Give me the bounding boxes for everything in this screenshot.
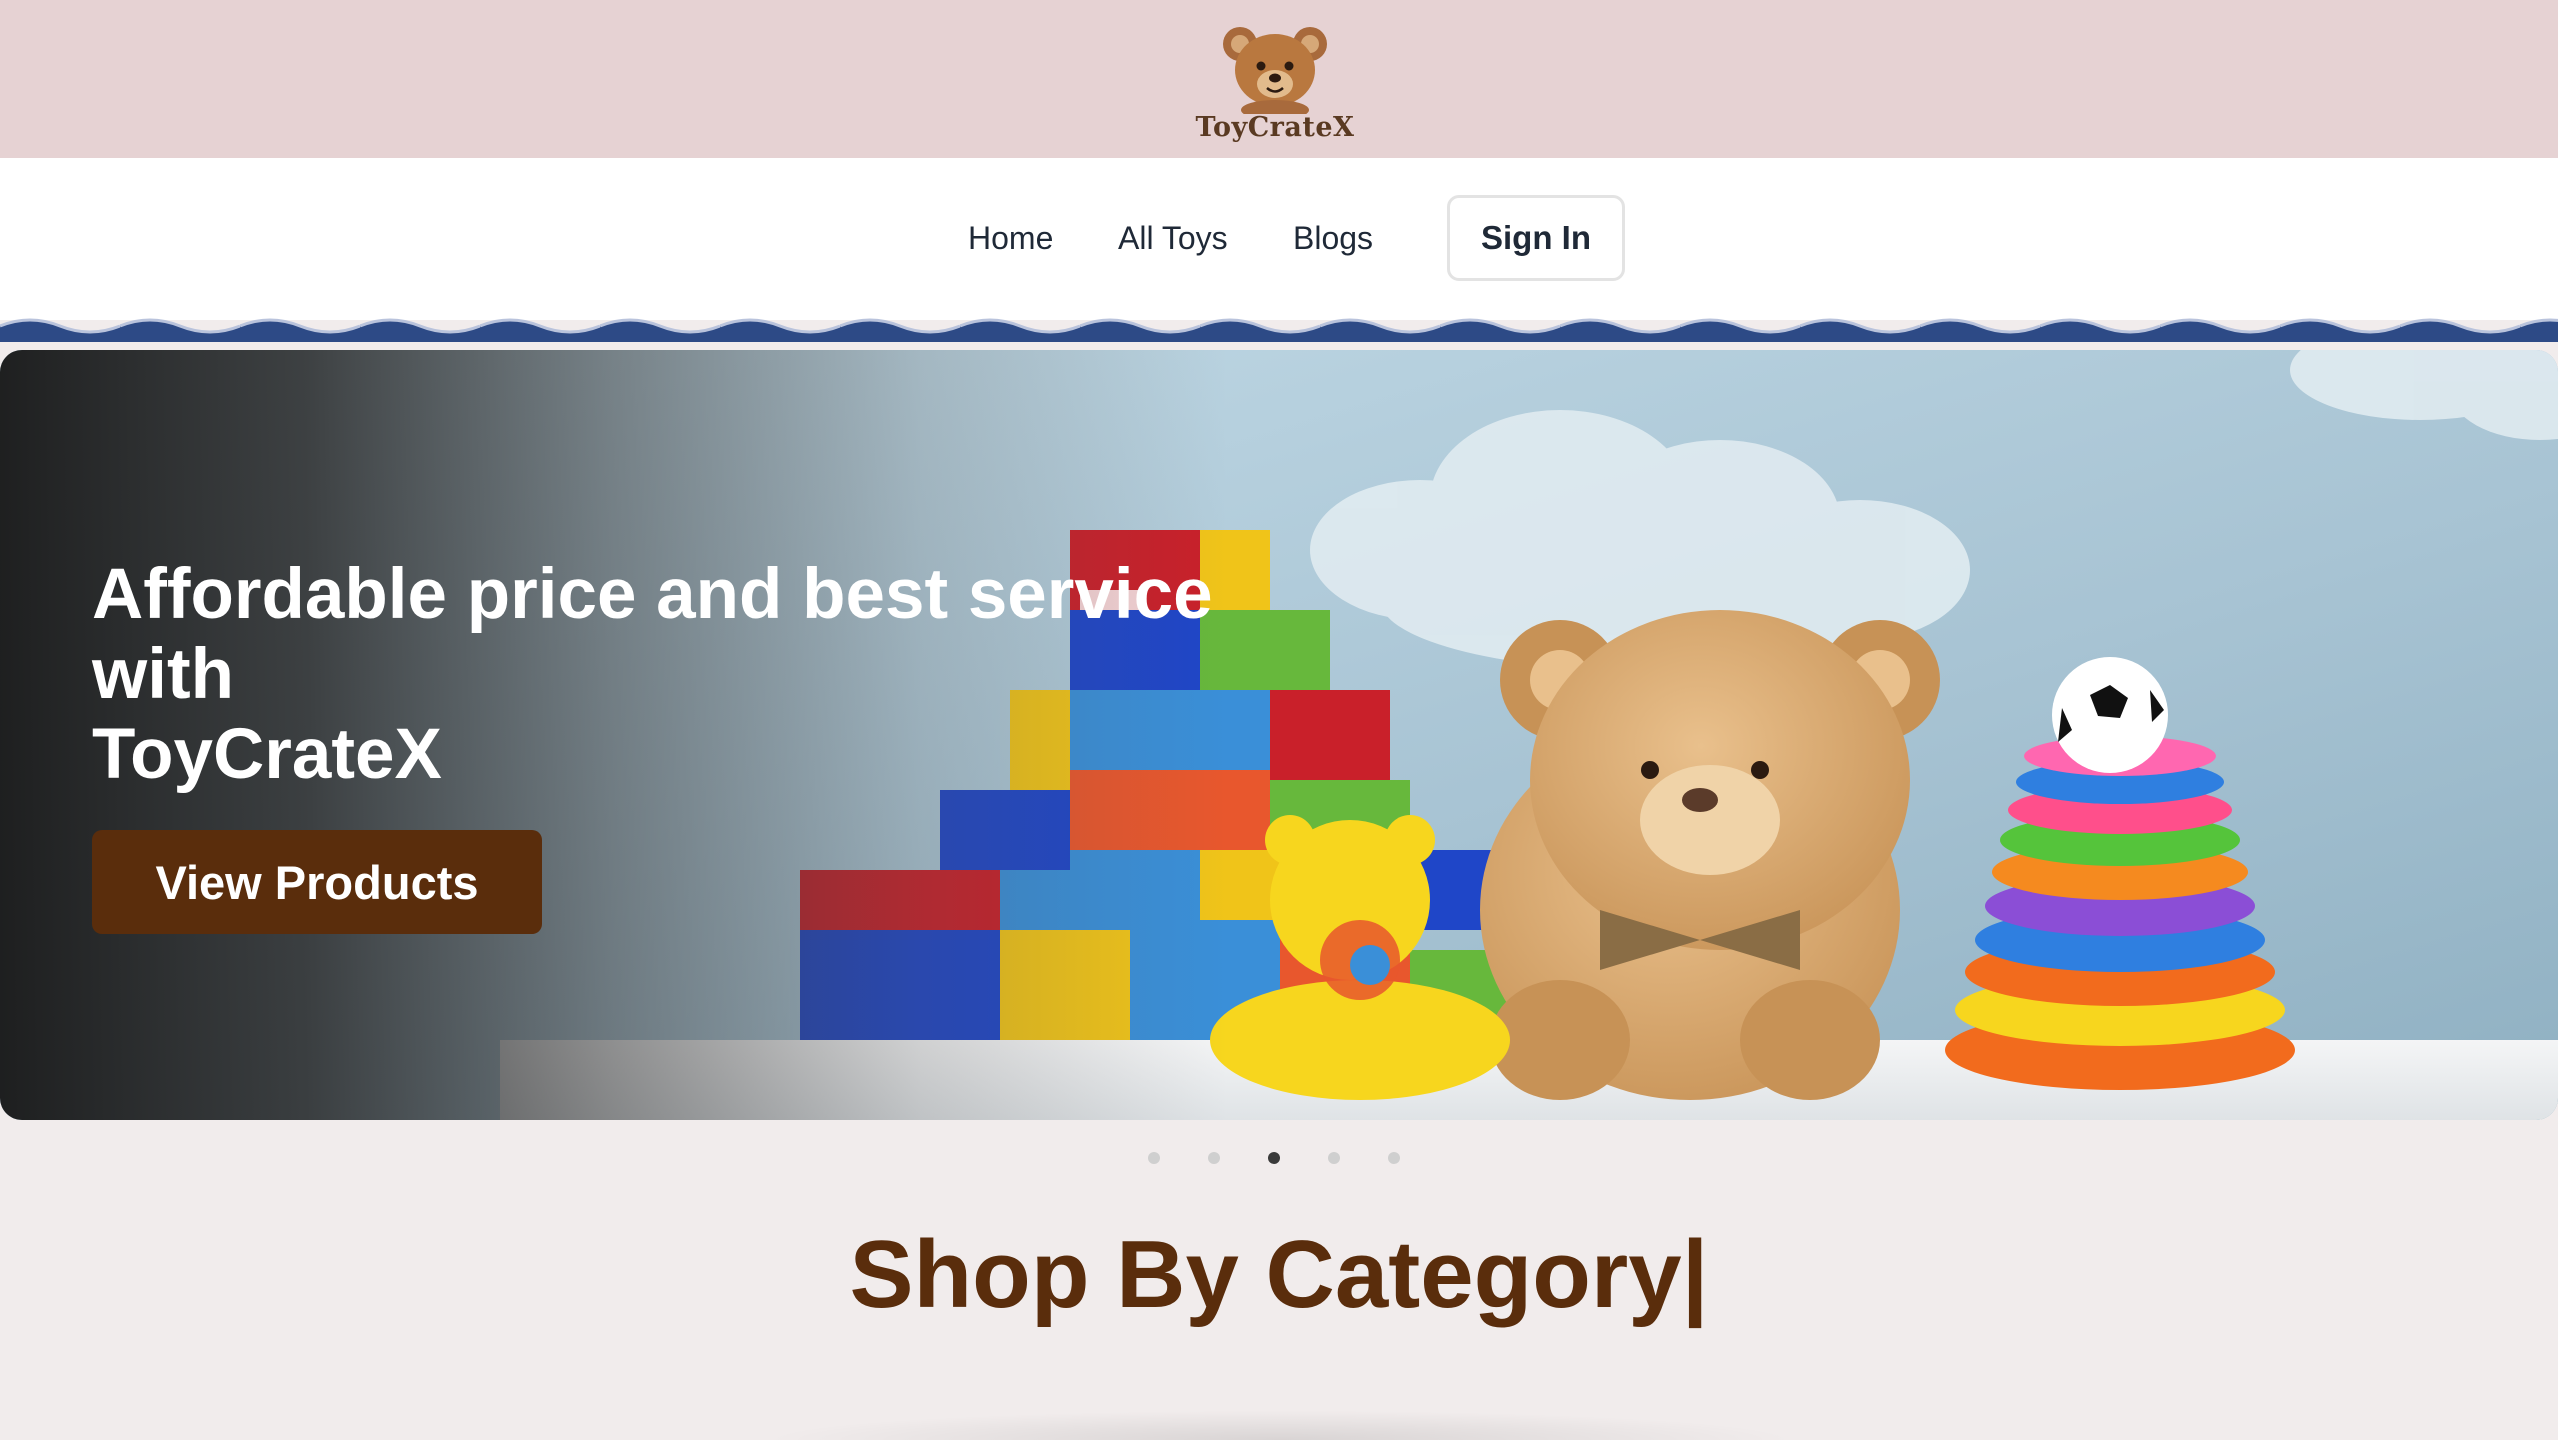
shop-by-category-heading: Shop By Category|	[0, 1220, 2558, 1330]
hero-headline: Affordable price and best service with T…	[92, 555, 1292, 795]
category-card-shadow	[760, 1410, 1800, 1440]
carousel-dots	[1148, 1152, 1408, 1166]
view-products-button[interactable]: View Products	[92, 830, 542, 934]
hero-carousel-slide: Affordable price and best service with T…	[0, 350, 2558, 1120]
hero-headline-line1: Affordable price and best service	[92, 555, 1213, 634]
brand-name: ToyCrateX	[1195, 112, 1355, 143]
carousel-dot-3[interactable]	[1268, 1152, 1280, 1164]
nav-link-blogs[interactable]: Blogs	[1293, 218, 1373, 258]
nav-link-all-toys[interactable]: All Toys	[1118, 218, 1228, 258]
brand-logo[interactable]: ToyCrateX	[1190, 22, 1360, 150]
category-heading-text: Shop By Category	[849, 1221, 1682, 1328]
main-navbar: Home All Toys Blogs Sign In	[0, 158, 2558, 320]
carousel-dot-5[interactable]	[1388, 1152, 1400, 1164]
hero-headline-line3: ToyCrateX	[92, 715, 442, 794]
hero-headline-line2: with	[92, 635, 234, 714]
carousel-dot-2[interactable]	[1208, 1152, 1220, 1164]
wave-divider	[0, 312, 2558, 342]
carousel-dot-4[interactable]	[1328, 1152, 1340, 1164]
typewriter-cursor: |	[1681, 1221, 1709, 1328]
nav-link-home[interactable]: Home	[968, 218, 1053, 258]
logo-banner: ToyCrateX	[0, 0, 2558, 158]
sign-in-button[interactable]: Sign In	[1447, 195, 1625, 281]
teddy-bear-icon	[1223, 27, 1327, 114]
carousel-dot-1[interactable]	[1148, 1152, 1160, 1164]
